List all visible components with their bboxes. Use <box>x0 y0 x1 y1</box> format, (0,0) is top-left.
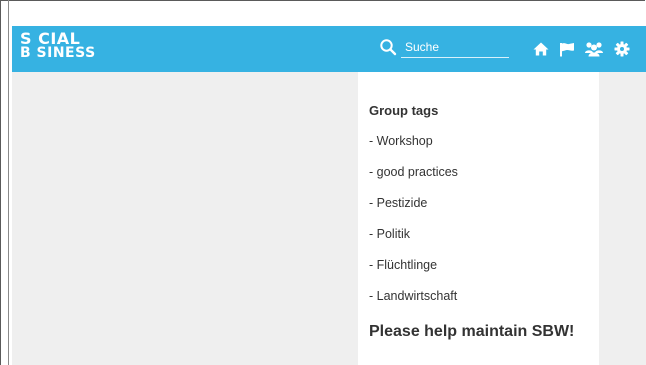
left-divider <box>8 0 9 365</box>
flag-icon[interactable] <box>557 39 577 59</box>
group-tags-heading: Group tags <box>369 103 439 118</box>
tag-link-politik[interactable]: - Politik <box>369 227 410 241</box>
site-logo[interactable]: S CIAL B SINESS <box>20 31 150 67</box>
tag-link-good-practices[interactable]: - good practices <box>369 165 458 179</box>
help-maintain-heading: Please help maintain SBW! <box>369 323 575 340</box>
home-icon[interactable] <box>531 39 551 59</box>
search-box <box>379 33 509 61</box>
logo-line-1: S CIAL <box>20 29 81 48</box>
tag-link-fluechtlinge[interactable]: - Flüchtlinge <box>369 258 437 272</box>
gear-icon[interactable] <box>612 39 632 59</box>
search-icon[interactable] <box>379 38 397 56</box>
right-sidebar: Group tags - Workshop - good practices -… <box>358 72 599 365</box>
search-input[interactable] <box>401 37 509 58</box>
tag-link-workshop[interactable]: - Workshop <box>369 134 433 148</box>
top-navbar: S CIAL B SINESS <box>12 26 646 72</box>
tag-link-pestizide[interactable]: - Pestizide <box>369 196 427 210</box>
group-icon[interactable] <box>584 39 604 59</box>
page: S CIAL B SINESS Suche Group tags - Works… <box>12 26 646 365</box>
tag-link-landwirtschaft[interactable]: - Landwirtschaft <box>369 289 457 303</box>
logo-line-2: B SINESS <box>20 45 96 61</box>
